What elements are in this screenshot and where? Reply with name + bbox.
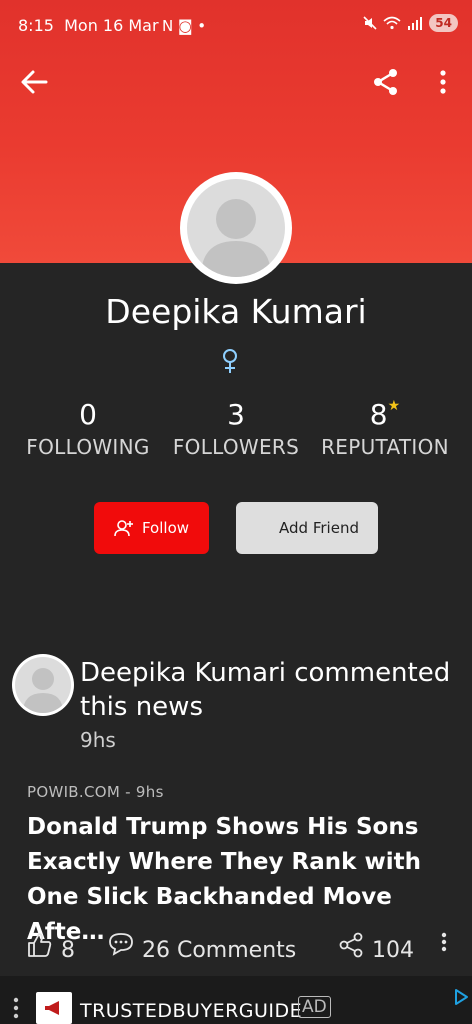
reputation-label: REPUTATION — [321, 435, 449, 459]
like-button[interactable]: 8 — [27, 932, 75, 962]
follow-label: Follow — [141, 519, 190, 537]
thumbs-up-icon — [28, 933, 52, 957]
reputation-count: 8 — [369, 398, 388, 431]
follow-button[interactable]: Follow — [94, 502, 209, 554]
like-count: 8 — [61, 938, 75, 962]
stat-reputation[interactable]: 8★ REPUTATION — [310, 398, 460, 459]
share-icon — [339, 932, 363, 958]
share-icon — [374, 69, 397, 95]
advertiser-logo[interactable] — [36, 992, 72, 1024]
advertiser-name[interactable]: TRUSTEDBUYERGUIDE — [80, 1000, 302, 1022]
stat-followers[interactable]: 3 FOLLOWERS — [161, 398, 311, 459]
comments-button[interactable]: 26 Comments — [108, 932, 296, 962]
comments-count: 26 Comments — [142, 938, 297, 962]
share-button[interactable] — [368, 64, 404, 100]
share-count: 104 — [372, 938, 414, 962]
back-button[interactable] — [16, 64, 52, 100]
following-label: FOLLOWING — [26, 435, 150, 459]
star-icon: ★ — [387, 398, 401, 414]
following-count: 0 — [79, 398, 97, 431]
add-person-icon — [114, 520, 133, 537]
status-time: 8:15 Mon 16 Mar — [18, 16, 159, 35]
post-more-button[interactable] — [440, 932, 448, 954]
status-bar: 8:15 Mon 16 Mar N ◙ • 54 — [0, 0, 472, 52]
followers-label: FOLLOWERS — [172, 435, 300, 459]
stat-following[interactable]: 0 FOLLOWING — [13, 398, 163, 459]
female-icon — [223, 349, 237, 373]
more-vertical-icon — [440, 70, 446, 94]
news-headline[interactable]: Donald Trump Shows His Sons Exactly Wher… — [27, 810, 447, 950]
signal-icon — [408, 17, 423, 30]
share-post-button[interactable]: 104 — [338, 932, 414, 962]
status-notification-icons: N ◙ • — [162, 17, 207, 35]
add-friend-label: Add Friend — [279, 519, 359, 537]
profile-name: Deepika Kumari — [105, 292, 367, 331]
arrow-left-icon — [21, 70, 48, 94]
more-options-button[interactable] — [428, 64, 458, 100]
activity-avatar[interactable] — [12, 654, 74, 716]
battery-indicator: 54 — [429, 14, 458, 32]
status-right-icons: 54 — [363, 14, 458, 32]
wifi-icon — [383, 16, 401, 30]
ad-choices-icon[interactable] — [452, 988, 470, 1006]
megaphone-icon — [45, 1001, 59, 1015]
mute-icon — [363, 16, 377, 30]
user-placeholder-icon — [23, 668, 63, 713]
comment-icon — [109, 933, 133, 956]
followers-count: 3 — [227, 398, 245, 431]
status-date: Mon 16 Mar — [64, 16, 159, 35]
ad-menu-icon[interactable] — [12, 996, 20, 1020]
more-vertical-icon — [441, 932, 447, 952]
profile-avatar — [180, 172, 292, 284]
add-friend-button[interactable]: Add Friend — [236, 502, 378, 554]
activity-time: 9hs — [80, 728, 116, 752]
news-actions: 8 26 Comments 104 — [0, 932, 472, 962]
ad-badge: AD — [298, 996, 331, 1018]
user-placeholder-icon — [201, 199, 271, 277]
activity-description: Deepika Kumari commented this news — [80, 658, 451, 722]
news-source: POWIB.COM - 9hs — [27, 783, 164, 801]
